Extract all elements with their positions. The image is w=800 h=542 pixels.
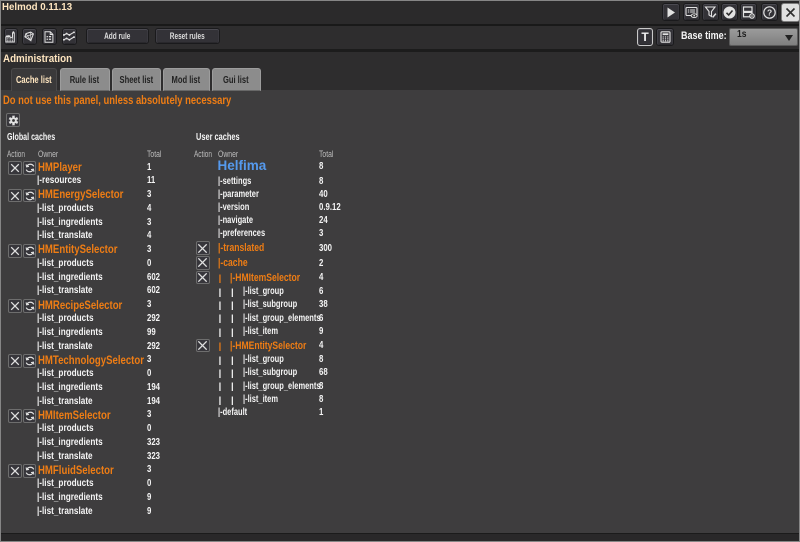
svg-text:?: ? [767,7,772,17]
